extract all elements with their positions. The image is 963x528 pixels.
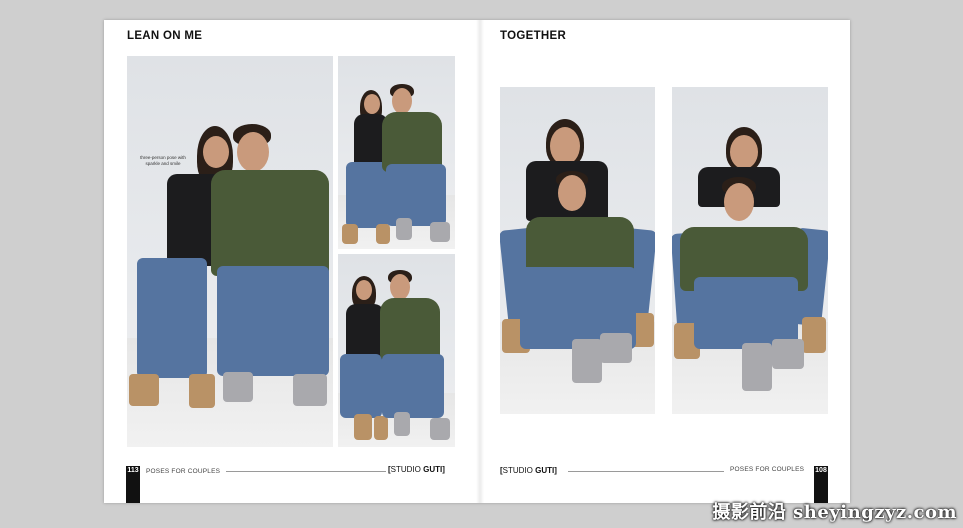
man-shoe (396, 218, 412, 240)
man-head (724, 183, 754, 221)
photo-caption: three-person pose with sparkle and smile (140, 155, 186, 166)
man-shoe (430, 418, 450, 440)
studio-logo-right: [STUDIO GUTI] (500, 466, 557, 475)
footer-rule-right (568, 471, 724, 472)
studio-logo-left: [STUDIO GUTI] (388, 465, 445, 474)
man-shoe (293, 374, 327, 406)
man-head (390, 274, 410, 300)
spread-gutter (476, 20, 484, 503)
photo-together-left (500, 87, 655, 414)
woman-jeans (137, 258, 207, 378)
footer-label-left: POSES FOR COUPLES (146, 468, 221, 475)
woman-shoe (376, 224, 390, 244)
page-title-right: TOGETHER (500, 30, 567, 42)
woman-shoe (802, 317, 826, 353)
man-shoe (772, 339, 804, 369)
page-number-left: 113 (126, 466, 140, 503)
footer-rule-left (226, 471, 386, 472)
woman-shoe (374, 416, 388, 440)
woman-shoe (342, 224, 358, 244)
man-head (392, 88, 412, 114)
logo-prefix: STUDIO (502, 466, 533, 475)
man-shoe (430, 222, 450, 242)
man-sweater (380, 298, 440, 360)
photo-lean-on-me-bottom (338, 254, 455, 447)
photo-lean-on-me-top (338, 56, 455, 249)
man-head (558, 175, 586, 211)
photo-lean-on-me-main: three-person pose with sparkle and smile (127, 56, 333, 447)
woman-shoe (189, 374, 215, 408)
man-sweater (211, 170, 329, 276)
woman-shoe (129, 374, 159, 406)
woman-shirt (346, 304, 384, 360)
woman-head (364, 94, 380, 114)
man-shoe (742, 343, 772, 391)
man-jeans (382, 354, 444, 418)
watermark-text: 摄影前沿 sheyingzyz.com (712, 502, 957, 523)
footer-label-right: POSES FOR COUPLES (730, 466, 805, 473)
woman-jeans (346, 162, 388, 228)
woman-head (356, 280, 372, 300)
man-shoe (572, 339, 602, 383)
man-shoe (600, 333, 632, 363)
man-jeans (386, 164, 446, 226)
logo-brand: GUTI (535, 466, 555, 475)
woman-head (730, 135, 758, 169)
woman-shoe (354, 414, 372, 440)
woman-head (550, 127, 580, 165)
man-jeans (217, 266, 329, 376)
magazine-spread: LEAN ON ME three-person pose with sparkl… (104, 20, 850, 503)
logo-brand: GUTI (423, 465, 443, 474)
woman-jeans (340, 354, 382, 418)
page-title-left: LEAN ON ME (127, 30, 203, 42)
woman-head (203, 136, 229, 168)
logo-prefix: STUDIO (390, 465, 421, 474)
photo-together-right (672, 87, 828, 414)
man-sweater (382, 112, 442, 172)
man-shoe (394, 412, 410, 436)
man-shoe (223, 372, 253, 402)
man-head (237, 132, 269, 172)
